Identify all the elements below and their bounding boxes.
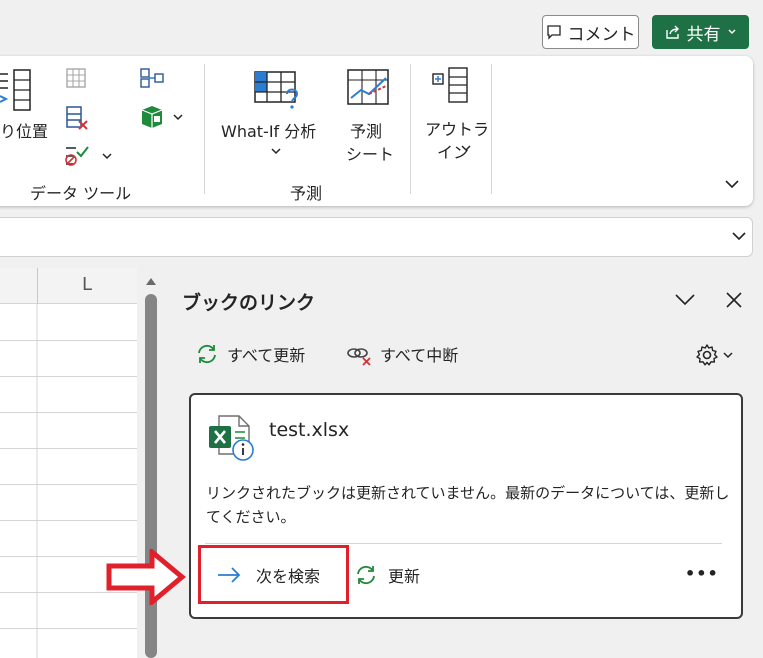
remove-duplicates-button[interactable] (64, 105, 90, 135)
outline-icon (432, 67, 468, 103)
what-if-analysis-button[interactable]: What-If 分析 (221, 68, 331, 160)
forecast-sheet-button[interactable]: 予測 シート (342, 68, 396, 164)
more-options-button[interactable]: ••• (685, 564, 719, 583)
break-all-label: すべて中断 (380, 346, 459, 365)
refresh-icon (198, 344, 216, 364)
forecast-sheet-label-line1: 予測 (350, 122, 383, 141)
forecast-sheet-icon (347, 69, 389, 105)
expand-formula-bar-icon[interactable] (731, 230, 747, 242)
consolidate-button[interactable] (139, 66, 165, 94)
split-label: り位置 (0, 122, 49, 141)
group-divider (410, 64, 411, 194)
refresh-label: 更新 (388, 567, 421, 586)
refresh-icon (357, 565, 375, 585)
comment-label: コメント (567, 24, 636, 45)
data-model-icon (141, 106, 163, 128)
gear-icon (696, 344, 718, 366)
column-header[interactable]: L (0, 268, 137, 304)
chevron-down-icon (173, 114, 183, 121)
data-validation-button[interactable] (64, 144, 112, 168)
close-icon[interactable] (724, 290, 744, 310)
chevron-down-icon[interactable] (674, 291, 696, 307)
share-icon (665, 25, 679, 39)
comment-icon (546, 25, 561, 40)
settings-button[interactable] (695, 343, 733, 367)
scroll-up-arrow-icon[interactable] (145, 276, 157, 286)
forecast-sheet-label-line2: シート (346, 145, 395, 164)
pane-title: ブックのリンク (182, 292, 316, 314)
remove-duplicates-icon (66, 106, 88, 130)
group-divider (204, 64, 205, 194)
annotation-arrow-icon (106, 549, 186, 605)
link-status-message-line2: てください。 (206, 508, 296, 526)
column-header-l: L (82, 274, 93, 295)
share-button[interactable]: 共有 (652, 15, 749, 49)
text-to-columns-icon (0, 69, 31, 111)
break-link-icon (347, 348, 371, 366)
card-divider (205, 543, 722, 544)
link-status-message: リンクされたブックは更新されていません。最新のデータについては、更新し てくださ… (206, 481, 729, 529)
outline-button[interactable]: アウトラ イン (423, 66, 489, 162)
flash-fill-icon (66, 68, 86, 88)
highlight-box (198, 545, 349, 604)
comment-button[interactable]: コメント (542, 15, 639, 49)
text-to-columns-button[interactable] (0, 68, 34, 116)
formula-bar[interactable] (0, 217, 753, 257)
data-validation-icon (65, 146, 89, 166)
what-if-analysis-label: What-If 分析 (221, 122, 317, 141)
outline-label-line1: アウトラ (425, 120, 490, 139)
group-label-forecast: 予測 (290, 184, 323, 203)
refresh-button[interactable]: 更新 (354, 563, 420, 587)
linked-file-name[interactable]: test.xlsx (269, 419, 349, 441)
consolidate-icon (140, 68, 164, 88)
excel-file-info-icon (209, 415, 254, 461)
chevron-down-icon (461, 145, 471, 152)
break-all-button[interactable]: すべて中断 (346, 342, 458, 366)
chevron-down-icon (727, 29, 736, 35)
refresh-all-label: すべて更新 (227, 346, 306, 365)
group-label-data-tools: データ ツール (30, 184, 132, 203)
chevron-down-icon (723, 352, 733, 359)
chevron-down-icon (102, 153, 112, 160)
collapse-ribbon-icon[interactable] (724, 178, 740, 190)
refresh-all-button[interactable]: すべて更新 (195, 342, 305, 366)
flash-fill-button[interactable] (64, 66, 88, 94)
share-label: 共有 (686, 24, 721, 45)
data-model-button[interactable] (139, 104, 183, 130)
what-if-analysis-icon (254, 71, 299, 109)
group-divider (491, 64, 492, 194)
chevron-down-icon (271, 148, 281, 155)
link-status-message-line1: リンクされたブックは更新されていません。最新のデータについては、更新し (206, 484, 730, 502)
